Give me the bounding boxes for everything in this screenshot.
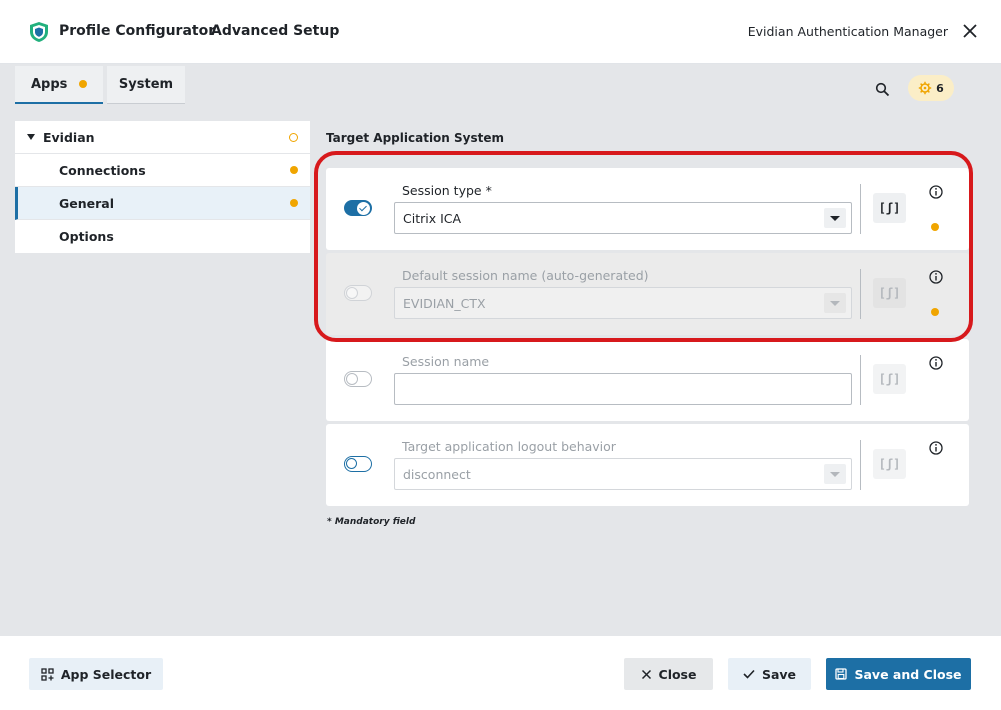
tree-item-label: General xyxy=(59,195,114,211)
changes-indicator-dot xyxy=(931,308,939,316)
toggle-knob xyxy=(346,373,358,385)
section-title: Target Application System xyxy=(326,131,505,145)
field-label: Default session name (auto-generated) xyxy=(402,268,649,283)
expression-button: [ʃ] xyxy=(873,278,906,308)
divider xyxy=(860,184,861,234)
changes-indicator-dot xyxy=(290,199,298,207)
tree-item-options[interactable]: Options xyxy=(15,220,310,253)
logout-behavior-select[interactable]: disconnect xyxy=(394,458,852,490)
field-card-default-session-name: Default session name (auto-generated) EV… xyxy=(326,253,969,335)
field-card-session-name: Session name [ʃ] xyxy=(326,339,969,421)
changes-indicator-dot xyxy=(931,223,939,231)
divider xyxy=(860,269,861,319)
close-label: Close xyxy=(658,666,697,682)
main-area: Apps System 6 Evidian Connections Genera… xyxy=(0,64,1001,636)
shield-logo-icon xyxy=(30,22,48,42)
close-icon[interactable] xyxy=(961,22,979,40)
tree-item-label: Evidian xyxy=(43,129,95,145)
app-selector-label: App Selector xyxy=(60,666,152,682)
chevron-down-icon xyxy=(824,293,846,313)
check-icon xyxy=(357,201,370,215)
divider xyxy=(860,355,861,405)
session-name-input[interactable] xyxy=(394,373,852,405)
check-icon xyxy=(743,669,755,679)
divider xyxy=(860,440,861,490)
field-label: Target application logout behavior xyxy=(402,439,616,454)
field-label: Session type * xyxy=(402,183,492,198)
save-and-close-label: Save and Close xyxy=(854,666,962,682)
partial-changes-indicator xyxy=(289,133,298,142)
expression-button[interactable]: [ʃ] xyxy=(873,449,906,479)
toggle-knob xyxy=(346,287,358,299)
header-bar: Profile Configurator Advanced Setup Evid… xyxy=(0,0,1001,64)
tree-item-connections[interactable]: Connections xyxy=(15,154,310,187)
session-type-toggle[interactable] xyxy=(344,200,372,216)
app-title: Profile Configurator xyxy=(59,23,216,39)
toggle-knob xyxy=(346,458,357,469)
changes-indicator-dot xyxy=(290,166,298,174)
expression-button[interactable]: [ʃ] xyxy=(873,193,906,223)
expression-button[interactable]: [ʃ] xyxy=(873,364,906,394)
mandatory-field-note: * Mandatory field xyxy=(327,517,416,527)
logout-behavior-toggle[interactable] xyxy=(344,456,372,472)
caret-down-icon[interactable] xyxy=(27,134,35,140)
product-name: Evidian Authentication Manager xyxy=(747,24,948,39)
field-card-logout-behavior: Target application logout behavior disco… xyxy=(326,424,969,506)
grid-icon xyxy=(41,667,54,681)
info-icon[interactable] xyxy=(929,441,943,455)
save-button[interactable]: Save xyxy=(728,658,811,690)
info-icon[interactable] xyxy=(929,356,943,370)
search-icon[interactable] xyxy=(875,82,890,97)
tree-item-label: Options xyxy=(59,229,114,244)
tab-apps[interactable]: Apps xyxy=(15,66,103,104)
field-card-session-type: Session type * Citrix ICA [ʃ] xyxy=(326,168,969,250)
session-type-select[interactable]: Citrix ICA xyxy=(394,202,852,234)
close-button[interactable]: Close xyxy=(624,658,713,690)
session-name-toggle[interactable] xyxy=(344,371,372,387)
tab-apps-label: Apps xyxy=(31,76,68,92)
selected-value: EVIDIAN_CTX xyxy=(403,295,486,311)
tab-system[interactable]: System xyxy=(107,66,185,104)
info-icon[interactable] xyxy=(929,270,943,284)
close-icon xyxy=(641,669,651,679)
app-subtitle: Advanced Setup xyxy=(211,23,340,39)
default-session-name-toggle xyxy=(344,285,372,301)
selected-value: Citrix ICA xyxy=(403,210,462,226)
info-icon[interactable] xyxy=(929,185,943,199)
chevron-down-icon[interactable] xyxy=(824,464,846,484)
selected-value: disconnect xyxy=(403,466,471,482)
field-label: Session name xyxy=(402,354,490,369)
tree-item-label: Connections xyxy=(59,162,146,178)
tab-system-label: System xyxy=(118,77,174,92)
floppy-disk-icon xyxy=(835,668,848,680)
tree-item-evidian[interactable]: Evidian xyxy=(15,121,310,154)
default-session-name-select: EVIDIAN_CTX xyxy=(394,287,852,319)
tree-item-general[interactable]: General xyxy=(15,187,310,220)
app-selector-button[interactable]: App Selector xyxy=(29,658,163,690)
footer-bar: App Selector Close Save Save and Close xyxy=(0,636,1001,710)
gear-warning-icon xyxy=(918,81,932,95)
notification-count: 6 xyxy=(936,81,944,95)
save-and-close-button[interactable]: Save and Close xyxy=(826,658,971,690)
changes-indicator-dot xyxy=(79,80,88,88)
notifications-badge[interactable]: 6 xyxy=(908,75,954,101)
save-label: Save xyxy=(761,666,797,682)
profile-tree: Evidian Connections General Options xyxy=(15,121,310,253)
chevron-down-icon[interactable] xyxy=(824,208,846,228)
